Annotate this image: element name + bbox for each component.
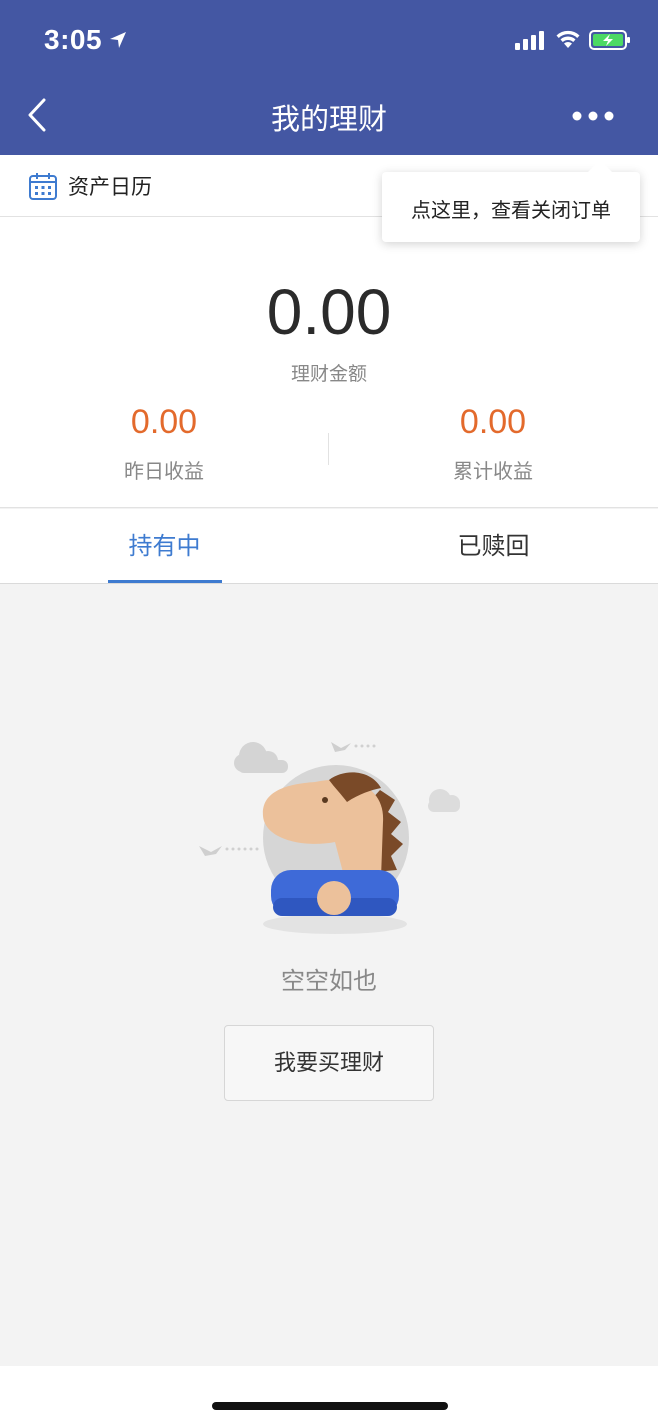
active-tab-indicator — [108, 580, 222, 583]
total-amount: 0.00 — [266, 276, 392, 348]
cumulative-earnings-label: 累计收益 — [453, 459, 533, 483]
total-amount-label: 理财金额 — [290, 363, 367, 385]
calendar-label: 资产日历 — [68, 175, 152, 199]
location-arrow-icon — [110, 32, 126, 48]
yesterday-earnings-label: 昨日收益 — [124, 459, 204, 483]
calendar-icon — [29, 173, 57, 200]
home-indicator[interactable] — [212, 1402, 448, 1410]
battery-charging-icon — [589, 30, 630, 50]
bottom-safe-area — [0, 1366, 658, 1425]
header: 3:05 我的理财 — [0, 0, 658, 155]
tooltip-text: 点这里，查看关闭订单 — [411, 198, 611, 222]
tab-holding[interactable]: 持有中 — [0, 509, 329, 584]
page-title: 我的理财 — [270, 102, 387, 136]
cumulative-earnings-value: 0.00 — [459, 403, 527, 441]
empty-state-text: 空空如也 — [281, 967, 377, 995]
closed-orders-tooltip[interactable]: 点这里，查看关闭订单 — [382, 160, 640, 242]
page: 3:05 我的理财 资产日历 点这里，查看关闭订单 0.00 理财金额 0.00… — [0, 0, 658, 1425]
tab-redeemed[interactable]: 已赎回 — [329, 509, 658, 584]
more-dots-icon[interactable] — [568, 104, 618, 128]
summary-panel: 0.00 理财金额 0.00 昨日收益 0.00 累计收益 — [0, 217, 658, 508]
wifi-icon — [556, 30, 580, 48]
status-time: 3:05 — [44, 24, 103, 55]
empty-character-illustration — [199, 742, 460, 934]
signal-icon — [515, 31, 544, 50]
buy-wealth-product-button[interactable]: 我要买理财 — [224, 1025, 434, 1101]
yesterday-earnings-value: 0.00 — [130, 403, 198, 441]
tab-bar: 持有中 已赎回 — [0, 509, 658, 584]
summary-divider — [328, 433, 329, 465]
